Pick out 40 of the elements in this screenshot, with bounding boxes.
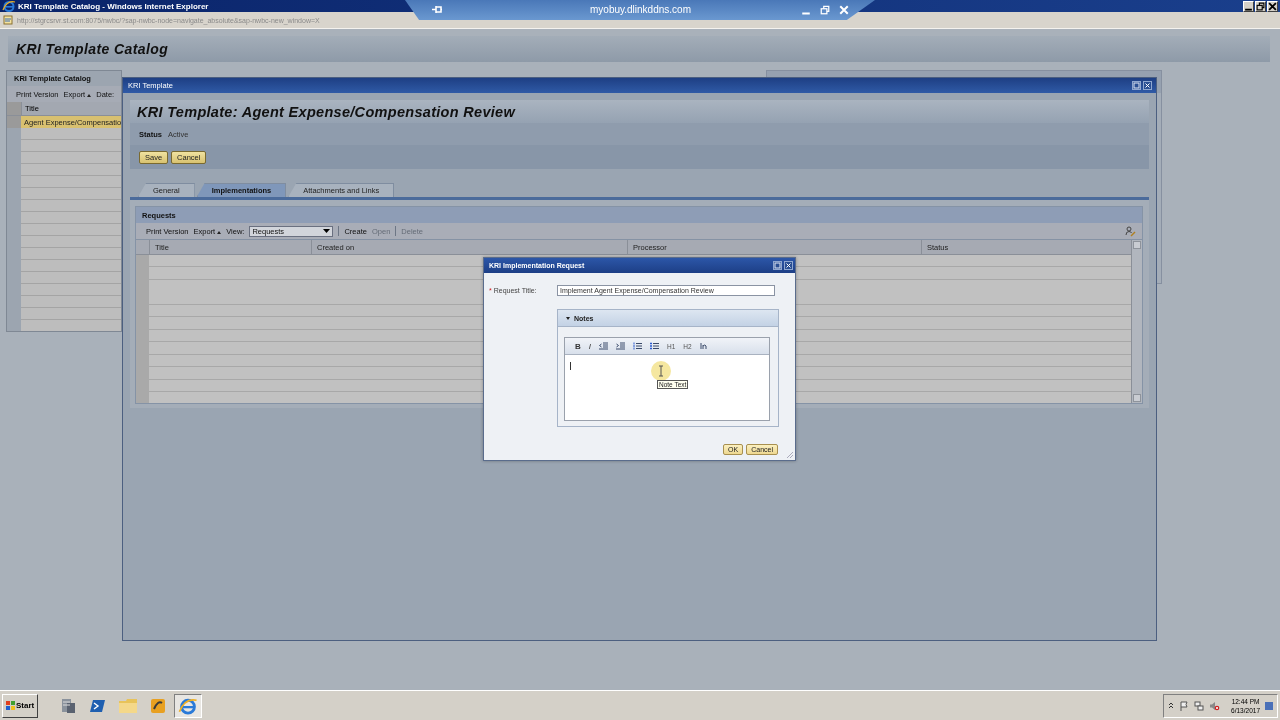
chevron-icon[interactable]	[1168, 702, 1175, 709]
person-edit-icon[interactable]	[1125, 225, 1136, 237]
taskbar-button[interactable]	[174, 693, 203, 718]
window-title: KRI Template Catalog - Windows Internet Explorer	[18, 1, 209, 11]
maximize-button[interactable]	[773, 261, 782, 270]
start-button[interactable]: Start	[2, 693, 39, 718]
server-icon	[59, 696, 78, 715]
close-button[interactable]	[1267, 0, 1278, 12]
maximize-button[interactable]	[1132, 81, 1141, 90]
close-button[interactable]	[784, 261, 793, 270]
show-desktop-icon[interactable]	[1265, 701, 1273, 710]
ie-icon	[2, 0, 16, 13]
indent-icon[interactable]	[616, 342, 625, 350]
bold-button[interactable]: B	[575, 341, 581, 351]
format-icon[interactable]	[699, 343, 707, 349]
windows-logo-icon	[6, 701, 15, 710]
caret-icon[interactable]	[323, 228, 331, 234]
network-icon[interactable]	[1194, 700, 1205, 711]
close-button[interactable]	[1143, 81, 1152, 90]
restore-button[interactable]	[1255, 0, 1266, 12]
remote-host: myobuy.dlinkddns.com	[590, 4, 691, 15]
outdent-icon[interactable]	[599, 342, 608, 350]
numbered-list-icon[interactable]	[633, 342, 642, 350]
remote-close-button[interactable]	[839, 5, 849, 15]
dialog-heading: KRI Template: Agent Expense/Compensation Review	[137, 103, 515, 120]
remote-restore-button[interactable]	[820, 5, 830, 15]
text-caret	[570, 362, 571, 370]
flag-icon[interactable]	[1179, 700, 1190, 711]
resize-grip-icon[interactable]	[785, 450, 794, 459]
minimize-button[interactable]	[1243, 0, 1254, 12]
app-icon	[149, 696, 168, 715]
page-title: KRI Template Catalog	[16, 41, 169, 57]
text-cursor-icon	[650, 360, 672, 382]
pin-icon[interactable]	[431, 4, 443, 15]
italic-button[interactable]: I	[588, 341, 591, 351]
page-icon	[3, 15, 13, 25]
bulleted-list-icon[interactable]	[650, 342, 659, 350]
speaker-muted-icon[interactable]	[1209, 700, 1221, 711]
folder-icon	[118, 696, 139, 715]
scrollbar[interactable]	[1131, 240, 1142, 403]
